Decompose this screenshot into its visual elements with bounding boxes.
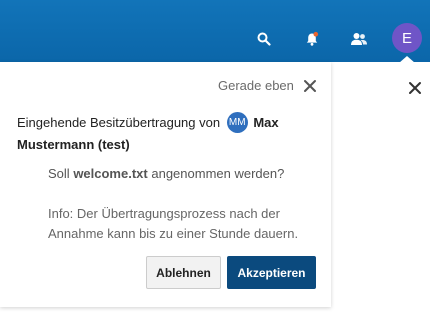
dismiss-notification-icon[interactable]	[302, 78, 318, 94]
user-avatar: MM	[226, 112, 248, 134]
popover-caret	[399, 56, 415, 63]
info-text: Info: Der Übertragungsprozess nach der A…	[48, 206, 299, 241]
search-icon[interactable]	[255, 30, 273, 48]
contacts-icon[interactable]	[350, 30, 368, 48]
notification-popover: Gerade eben Eingehende Besitzübertragung…	[0, 62, 331, 307]
screen: E Gerade eben Eingehende Besitzübertragu…	[0, 0, 430, 323]
close-icon[interactable]	[407, 80, 423, 96]
notification-message: Eingehende Besitzübertragung von MM Max …	[17, 112, 317, 156]
accept-question: Soll welcome.txt angenommen werden?	[48, 166, 284, 181]
question-suffix: angenommen werden?	[151, 166, 285, 181]
user-avatar-button[interactable]: E	[392, 23, 422, 53]
top-header-bar: E	[0, 0, 430, 63]
notification-timestamp: Gerade eben	[218, 78, 294, 93]
notifications-icon[interactable]	[303, 30, 321, 48]
notification-intro: Eingehende Besitzübertragung von	[17, 115, 221, 130]
file-name: welcome.txt	[73, 166, 148, 181]
accept-button[interactable]: Akzeptieren	[227, 256, 316, 289]
question-prefix: Soll	[48, 166, 70, 181]
decline-button[interactable]: Ablehnen	[146, 256, 221, 289]
